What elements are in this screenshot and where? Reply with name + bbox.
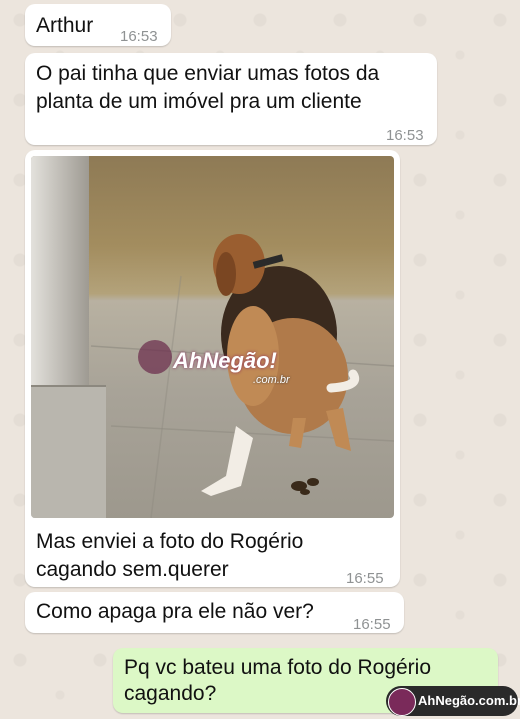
site-logo-badge: AhNegão.com.br [386, 686, 520, 716]
message-time: 16:53 [120, 28, 158, 45]
message-text: Como apaga pra ele não ver? [36, 600, 314, 623]
logo-icon [388, 688, 416, 716]
dog-photo-illustration [31, 156, 394, 518]
watermark-text: AhNegão! [173, 348, 277, 373]
message-time: 16:53 [386, 127, 424, 144]
message-bubble[interactable]: O pai tinha que enviar umas fotos da pla… [25, 53, 437, 145]
message-time: 16:55 [353, 616, 391, 633]
message-time: 16:55 [346, 570, 384, 587]
message-bubble[interactable]: Como apaga pra ele não ver? 16:55 [25, 592, 404, 633]
photo-caption-line: Mas enviei a foto do Rogério [36, 530, 304, 553]
watermark-logo-icon [138, 340, 172, 374]
dog-photo[interactable] [31, 156, 394, 518]
message-bubble-sender[interactable]: Arthur 16:53 [25, 4, 171, 46]
sender-name: Arthur [36, 14, 94, 37]
photo-caption-line: cagando sem.querer [36, 558, 229, 581]
site-logo-text: AhNegão.com.br [418, 693, 520, 708]
message-text-line: O pai tinha que enviar umas fotos da [36, 62, 380, 85]
message-text-line: Pq vc bateu uma foto do Rogério [124, 656, 432, 679]
watermark-subtext: .com.br [253, 374, 290, 386]
message-text-line: planta de um imóvel pra um cliente [36, 90, 362, 113]
message-text-line: cagando? [124, 682, 217, 705]
